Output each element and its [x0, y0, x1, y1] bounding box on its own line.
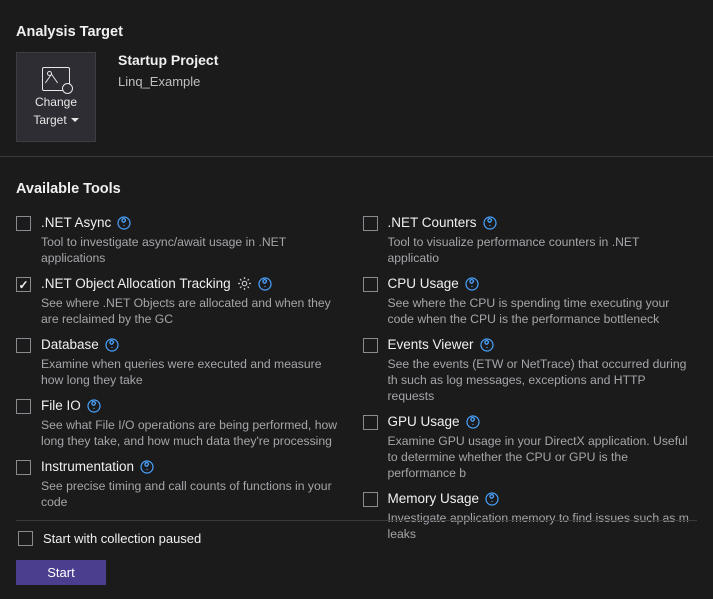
analysis-target-heading: Analysis Target	[16, 24, 697, 40]
tool-desc-net-async: Tool to investigate async/await usage in…	[41, 234, 351, 266]
tool-file-io: File IO See what File I/O operations are …	[16, 392, 351, 453]
start-button[interactable]: Start	[16, 560, 106, 585]
info-icon[interactable]	[105, 338, 119, 352]
tool-title-gpu-usage: GPU Usage	[388, 414, 460, 429]
tool-checkbox-events-viewer[interactable]	[363, 338, 378, 353]
tool-desc-net-counters: Tool to visualize performance counters i…	[388, 234, 698, 266]
available-tools-section: Available Tools .NET Async Tool to invest…	[0, 157, 713, 546]
tool-title-instrumentation: Instrumentation	[41, 459, 134, 474]
tool-checkbox-file-io[interactable]	[16, 399, 31, 414]
tool-cpu-usage: CPU Usage See where the CPU is spending t…	[363, 270, 698, 331]
info-icon[interactable]	[485, 492, 499, 506]
info-icon[interactable]	[480, 338, 494, 352]
analysis-target-section: Analysis Target Change Target Startup Pr…	[0, 0, 713, 142]
tools-column-right: .NET Counters Tool to visualize performan…	[363, 209, 698, 546]
start-paused-checkbox[interactable]	[18, 531, 33, 546]
tool-title-events-viewer: Events Viewer	[388, 337, 474, 352]
tool-title-cpu-usage: CPU Usage	[388, 276, 459, 291]
target-info: Startup Project Linq_Example	[118, 52, 218, 89]
change-target-label-line1: Change	[35, 95, 77, 109]
tool-checkbox-net-async[interactable]	[16, 216, 31, 231]
tool-desc-events-viewer: See the events (ETW or NetTrace) that oc…	[388, 356, 698, 404]
divider	[16, 520, 697, 521]
tool-title-net-counters: .NET Counters	[388, 215, 477, 230]
tool-database: Database Examine when queries were execut…	[16, 331, 351, 392]
tool-net-async: .NET Async Tool to investigate async/awai…	[16, 209, 351, 270]
tool-checkbox-database[interactable]	[16, 338, 31, 353]
tool-desc-file-io: See what File I/O operations are being p…	[41, 417, 351, 449]
bottom-bar: Start with collection paused Start	[0, 506, 713, 599]
tool-title-file-io: File IO	[41, 398, 81, 413]
tool-title-net-object-allocation-tracking: .NET Object Allocation Tracking	[41, 276, 231, 291]
info-icon[interactable]	[465, 277, 479, 291]
tool-checkbox-net-counters[interactable]	[363, 216, 378, 231]
tool-checkbox-cpu-usage[interactable]	[363, 277, 378, 292]
tool-checkbox-instrumentation[interactable]	[16, 460, 31, 475]
info-icon[interactable]	[117, 216, 131, 230]
info-icon[interactable]	[140, 460, 154, 474]
tool-events-viewer: Events Viewer See the events (ETW or NetT…	[363, 331, 698, 408]
tool-desc-gpu-usage: Examine GPU usage in your DirectX applic…	[388, 433, 698, 481]
tool-desc-net-object-allocation-tracking: See where .NET Objects are allocated and…	[41, 295, 351, 327]
tools-column-left: .NET Async Tool to investigate async/awai…	[16, 209, 351, 546]
target-image-icon	[42, 67, 70, 91]
tool-checkbox-memory-usage[interactable]	[363, 492, 378, 507]
tool-checkbox-net-object-allocation-tracking[interactable]	[16, 277, 31, 292]
info-icon[interactable]	[483, 216, 497, 230]
tool-net-counters: .NET Counters Tool to visualize performan…	[363, 209, 698, 270]
target-project: Linq_Example	[118, 74, 218, 89]
tool-instrumentation: InstrumentationSee precise timing and ca…	[16, 453, 351, 514]
info-icon[interactable]	[466, 415, 480, 429]
gear-icon[interactable]	[237, 276, 252, 291]
tool-title-database: Database	[41, 337, 99, 352]
tool-net-object-allocation-tracking: .NET Object Allocation Tracking See where…	[16, 270, 351, 331]
tool-desc-cpu-usage: See where the CPU is spending time execu…	[388, 295, 698, 327]
change-target-label-line2: Target	[33, 113, 66, 127]
available-tools-heading: Available Tools	[16, 181, 697, 197]
info-icon[interactable]	[87, 399, 101, 413]
tool-title-memory-usage: Memory Usage	[388, 491, 480, 506]
change-target-button[interactable]: Change Target	[16, 52, 96, 142]
tool-desc-database: Examine when queries were executed and m…	[41, 356, 351, 388]
info-icon[interactable]	[258, 277, 272, 291]
tool-gpu-usage: GPU Usage Examine GPU usage in your Direc…	[363, 408, 698, 485]
chevron-down-icon	[71, 118, 79, 122]
tool-checkbox-gpu-usage[interactable]	[363, 415, 378, 430]
target-name: Startup Project	[118, 52, 218, 68]
start-paused-label: Start with collection paused	[43, 531, 201, 546]
tool-title-net-async: .NET Async	[41, 215, 111, 230]
